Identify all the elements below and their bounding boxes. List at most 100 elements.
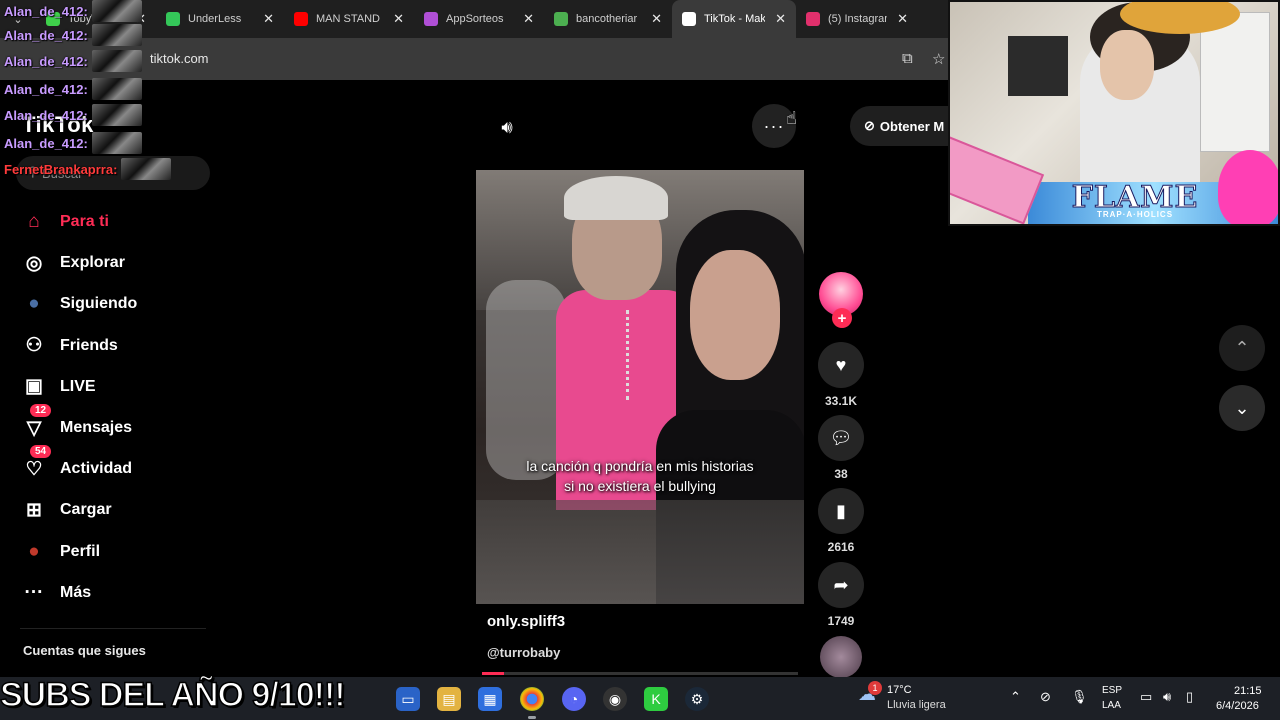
tab-title: UnderLess <box>188 13 242 25</box>
browser-tab[interactable]: TikTok - Mak ✕ <box>672 0 796 38</box>
steam-icon[interactable]: ⚙ <box>685 687 709 711</box>
bookmark-icon: ▮ <box>836 500 846 521</box>
file-explorer-icon[interactable]: ▤ <box>437 687 461 711</box>
install-app-icon[interactable]: ⧉ <box>902 50 913 67</box>
chat-message: Alan_de_412: <box>4 104 142 126</box>
obs-icon[interactable]: ◉ <box>603 687 627 711</box>
tab-close-icon[interactable]: ✕ <box>775 11 786 27</box>
sidebar-item-explorar[interactable]: ◎ Explorar <box>20 247 125 279</box>
friends-icon: ⚇ <box>25 335 43 357</box>
browser-tab[interactable]: UnderLess ✕ <box>156 0 284 38</box>
browser-tab[interactable]: AppSorteos ✕ <box>414 0 544 38</box>
webcam-fridge <box>1200 12 1270 152</box>
following-accounts-heading: Cuentas que sigues <box>23 643 146 658</box>
like-count: 33.1K <box>824 394 858 408</box>
video-author-name[interactable]: only.spliff3 <box>487 613 565 630</box>
chat-username: Alan_de_412: <box>4 27 88 43</box>
sidebar-item-para-ti[interactable]: ⌂ Para ti <box>20 206 109 238</box>
chat-emote-icon <box>121 158 172 180</box>
chat-message: Alan_de_412: <box>4 24 142 46</box>
keyboard-layout[interactable]: LAA <box>1102 700 1121 711</box>
notification-badge: 12 <box>30 404 52 417</box>
discord-icon[interactable]: ◔ <box>562 687 586 711</box>
live-tv-icon: ▣ <box>25 376 43 398</box>
browser-tab[interactable]: MAN STAND ✕ <box>284 0 414 38</box>
tab-close-icon[interactable]: ✕ <box>897 11 908 27</box>
microsoft-store-icon[interactable]: ▦ <box>478 687 502 711</box>
input-language[interactable]: ESP <box>1102 685 1122 696</box>
chevron-up-icon: ⌃ <box>1234 337 1250 358</box>
sidebar-item-friends[interactable]: ⚇ Friends <box>20 330 118 362</box>
video-player[interactable]: la canción q pondría en mis historias si… <box>476 170 804 604</box>
display-icon[interactable]: ▭ <box>1140 689 1152 705</box>
tab-close-icon[interactable]: ✕ <box>651 11 662 27</box>
browser-tab[interactable]: (5) Instagran ✕ <box>796 0 918 38</box>
sidebar-item-mensajes[interactable]: ▽ 12 Mensajes <box>20 404 133 444</box>
next-video-button[interactable]: ⌄ <box>1219 385 1265 431</box>
tray-chevron-up-icon[interactable]: ⌃ <box>1010 689 1021 705</box>
chat-username: FernetBrankaprra: <box>4 161 118 177</box>
chat-emote-icon <box>91 78 142 100</box>
tab-favicon-icon <box>554 12 568 26</box>
chat-username: Alan_de_412: <box>4 3 88 19</box>
chrome-running-indicator <box>528 716 536 719</box>
sidebar-item-live[interactable]: ▣ LIVE <box>20 371 96 403</box>
microphone-icon[interactable]: 🎙︎ <box>1071 689 1088 705</box>
battery-icon[interactable]: ▯ <box>1186 689 1193 705</box>
sidebar-item-label: Actividad <box>60 460 133 478</box>
get-app-label: Obtener M <box>879 118 945 134</box>
sidebar-item-label: Cargar <box>60 501 112 519</box>
sidebar-item-label: LIVE <box>60 377 96 395</box>
clock-time[interactable]: 21:15 <box>1234 685 1262 697</box>
speaker-icon[interactable]: 🔊︎ <box>1163 689 1171 705</box>
volume-icon[interactable]: 🔊︎ <box>492 112 522 142</box>
follow-plus-button[interactable]: + <box>832 308 852 328</box>
sidebar-item-m-s[interactable]: ··· Más <box>20 577 92 609</box>
comment-count: 38 <box>834 467 848 481</box>
tab-close-icon[interactable]: ✕ <box>263 11 274 27</box>
video-chain <box>626 310 644 400</box>
weather-description[interactable]: Lluvia ligera <box>887 699 946 711</box>
bookmark-star-icon[interactable]: ☆ <box>932 50 945 68</box>
comment-button[interactable]: 💬︎ <box>818 415 864 461</box>
video-woman-face <box>690 250 780 380</box>
music-disc-icon[interactable] <box>820 636 862 678</box>
video-sound-name[interactable]: @turrobaby <box>487 645 560 660</box>
browser-tab-strip: ⌄ TobyWuet✕UnderLess✕MAN STAND✕AppSorteo… <box>0 0 950 38</box>
messages-icon: ▽ <box>26 417 42 439</box>
sidebar-item-label: Mensajes <box>60 419 133 436</box>
heart-icon: ♥ <box>835 354 847 375</box>
sidebar-item-siguiendo[interactable]: ● Siguiendo <box>20 288 137 320</box>
webcam-wall-poster <box>1008 36 1068 96</box>
save-button[interactable]: ▮ <box>818 488 864 534</box>
clock-date[interactable]: 6/4/2026 <box>1216 700 1259 712</box>
sidebar-item-label: Friends <box>60 336 118 354</box>
tab-title: (5) Instagran <box>828 13 888 25</box>
sidebar-divider <box>20 628 206 629</box>
comment-bubble-icon: 💬︎ <box>829 427 853 448</box>
sidebar-item-perfil[interactable]: ● Perfil <box>20 536 100 568</box>
network-off-icon[interactable]: ⊘ <box>1040 689 1051 705</box>
previous-video-button[interactable]: ⌃ <box>1219 325 1265 371</box>
chat-emote-icon <box>91 50 142 72</box>
chat-username: Alan_de_412: <box>4 81 88 97</box>
like-button[interactable]: ♥ <box>818 342 864 388</box>
video-crowd-figure <box>486 280 566 480</box>
share-button[interactable]: ➦ <box>818 562 864 608</box>
sidebar-item-label: Explorar <box>60 254 125 272</box>
weather-temperature[interactable]: 17°C <box>887 684 912 696</box>
video-progress-bar[interactable] <box>482 672 798 675</box>
tab-close-icon[interactable]: ✕ <box>523 11 534 27</box>
save-count: 2616 <box>827 540 855 554</box>
sidebar-item-cargar[interactable]: ⊞ Cargar <box>20 494 112 526</box>
chrome-icon[interactable] <box>520 687 544 711</box>
tab-title: TikTok - Mak <box>704 13 766 25</box>
tab-favicon-icon <box>166 12 180 26</box>
kick-icon[interactable]: K <box>644 687 668 711</box>
sidebar-item-actividad[interactable]: ♡ 54 Actividad <box>20 445 133 485</box>
compass-icon: ◎ <box>25 252 43 274</box>
url-text[interactable]: tiktok.com <box>150 51 209 66</box>
browser-tab[interactable]: bancotheriar ✕ <box>544 0 672 38</box>
task-view-icon[interactable]: ▭ <box>396 687 420 711</box>
tab-close-icon[interactable]: ✕ <box>393 11 404 27</box>
